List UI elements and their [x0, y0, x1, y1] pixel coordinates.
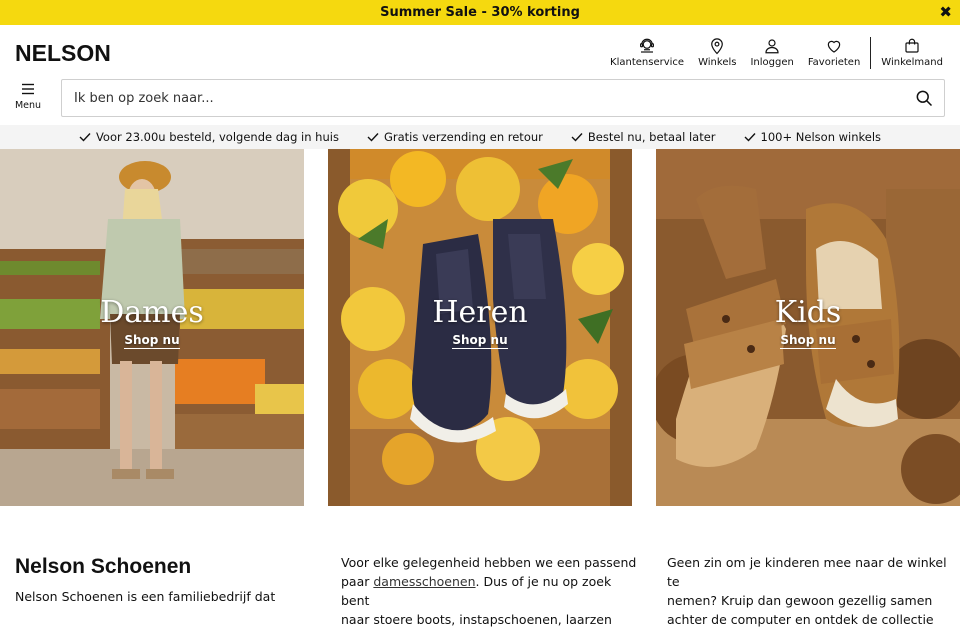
nav-label-favorieten: Favorieten [807, 57, 861, 68]
intro-col-2: Voor elke gelegenheid hebben we een pass… [341, 553, 641, 629]
usp-item: 100+ Nelson winkels [744, 130, 882, 144]
intro-col-1: Nelson Schoenen is een familiebedrijf da… [15, 587, 305, 606]
checkmark-icon [367, 133, 379, 142]
usp-item: Voor 23.00u besteld, volgende dag in hui… [79, 130, 339, 144]
intro-text-2-line2: paar damesschoenen. Dus of je nu op zoek… [341, 572, 641, 610]
shopping-bag-icon [905, 38, 919, 53]
checkmark-icon [744, 133, 756, 142]
shop-nu-link-heren[interactable]: Shop nu [328, 333, 632, 349]
hamburger-icon [22, 83, 34, 95]
customer-service-icon [640, 38, 655, 53]
tile-heren[interactable]: Heren Shop nu [328, 149, 632, 506]
nav-label-winkels: Winkels [698, 57, 737, 68]
nav-favorieten[interactable]: Favorieten [801, 37, 867, 68]
promo-text[interactable]: Summer Sale - 30% korting [380, 5, 580, 20]
tile-dames[interactable]: Dames Shop nu [0, 149, 304, 506]
checkmark-icon [79, 133, 91, 142]
usp-item: Bestel nu, betaal later [571, 130, 716, 144]
tile-title-kids: Kids [774, 295, 842, 330]
site-header: NELSON Klantenservice Winkels Inloggen F… [0, 25, 960, 75]
search-icon [916, 90, 933, 107]
intro-content: Nelson Schoenen Nelson Schoenen is een f… [0, 506, 960, 627]
shop-nu-link-dames[interactable]: Shop nu [0, 333, 304, 349]
search-bar [61, 79, 945, 117]
tile-title-heren: Heren [432, 295, 528, 330]
intro-text-3-line2: nemen? Kruip dan gewoon gezellig samen [667, 593, 933, 608]
intro-col-3: Geen zin om je kinderen mee naar de wink… [667, 553, 957, 629]
usp-bar: Voor 23.00u besteld, volgende dag in hui… [0, 125, 960, 149]
damesschoenen-link[interactable]: damesschoenen [373, 574, 475, 589]
promo-banner[interactable]: Summer Sale - 30% korting ✖ [0, 0, 960, 25]
category-tiles: Dames Shop nu Heren Shop nu Kids Shop nu [0, 149, 960, 506]
usp-text: Gratis verzending en retour [383, 130, 543, 144]
search-input[interactable] [62, 80, 904, 116]
usp-text: 100+ Nelson winkels [760, 130, 882, 144]
tile-title-dames: Dames [100, 295, 204, 330]
usp-item: Gratis verzending en retour [367, 130, 543, 144]
close-icon[interactable]: ✖ [939, 3, 952, 21]
shop-nu-label: Shop nu [124, 333, 180, 349]
search-button[interactable] [904, 80, 944, 116]
shop-nu-label: Shop nu [452, 333, 508, 349]
nav-label-inloggen: Inloggen [750, 57, 794, 68]
nav-inloggen[interactable]: Inloggen [743, 37, 800, 68]
nav-winkelmand[interactable]: Winkelmand [874, 37, 950, 68]
nav-winkels[interactable]: Winkels [691, 37, 743, 68]
shop-nu-label: Shop nu [780, 333, 836, 349]
checkmark-icon [571, 133, 583, 142]
page-heading: Nelson Schoenen [15, 555, 192, 578]
usp-text: Bestel nu, betaal later [587, 130, 716, 144]
intro-text-2-pre: paar [341, 574, 374, 589]
nelson-logo[interactable]: NELSON [15, 40, 111, 67]
nav-divider [870, 37, 872, 69]
menu-button[interactable]: Menu [14, 81, 42, 111]
location-pin-icon [711, 38, 724, 55]
heart-icon [827, 40, 841, 53]
intro-text-3-line1: Geen zin om je kinderen mee naar de wink… [667, 555, 947, 589]
tile-kids[interactable]: Kids Shop nu [656, 149, 960, 506]
header-nav: Klantenservice Winkels Inloggen Favoriet… [603, 37, 950, 69]
menu-label: Menu [14, 100, 42, 111]
intro-text-3-line3: achter de computer en ontdek de collecti… [667, 612, 934, 627]
intro-text-2-line3: naar stoere boots, instapschoenen, laarz… [341, 612, 612, 627]
usp-text: Voor 23.00u besteld, volgende dag in hui… [95, 130, 339, 144]
nav-label-klantenservice: Klantenservice [610, 57, 685, 68]
intro-text-2-line1: Voor elke gelegenheid hebben we een pass… [341, 555, 637, 570]
shop-nu-link-kids[interactable]: Shop nu [656, 333, 960, 349]
nav-klantenservice[interactable]: Klantenservice [603, 37, 691, 68]
user-icon [765, 39, 779, 54]
intro-text-1: Nelson Schoenen is een familiebedrijf da… [15, 589, 276, 604]
nav-label-winkelmand: Winkelmand [881, 57, 943, 68]
